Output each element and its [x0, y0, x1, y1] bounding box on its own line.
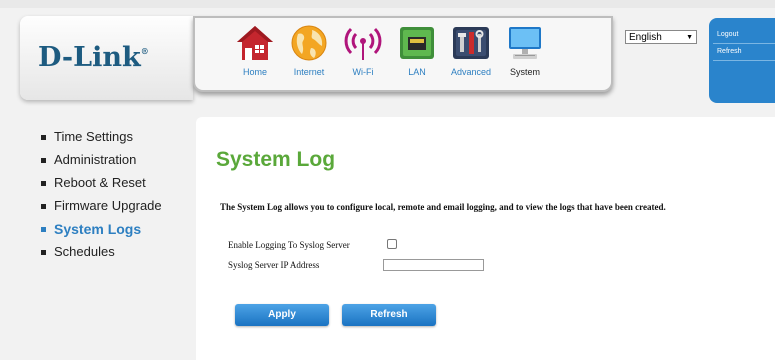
apply-button[interactable]: Apply: [235, 304, 329, 326]
tools-icon: [453, 27, 489, 59]
nav-lan-label: LAN: [408, 67, 426, 77]
bullet-icon: [41, 250, 46, 255]
account-panel: Logout Refresh: [709, 18, 775, 103]
nav-lan[interactable]: LAN: [393, 24, 441, 86]
bullet-icon: [41, 204, 46, 209]
divider: [713, 60, 775, 61]
lan-port-icon: [400, 27, 434, 59]
chevron-down-icon: ▼: [686, 34, 693, 41]
globe-icon: [291, 25, 327, 61]
logo-panel: D-Link®: [20, 16, 193, 100]
nav-home[interactable]: Home: [231, 24, 279, 86]
syslog-ip-label: Syslog Server IP Address: [228, 260, 320, 270]
bullet-icon: [41, 135, 46, 140]
nav-advanced-label: Advanced: [450, 67, 492, 77]
logout-link[interactable]: Logout: [717, 31, 738, 38]
syslog-ip-input[interactable]: [383, 259, 484, 271]
bullet-icon: [41, 227, 46, 232]
nav-wifi-label: Wi-Fi: [352, 67, 374, 77]
bullet-icon: [41, 158, 46, 163]
menu-item-time-settings[interactable]: Time Settings: [41, 128, 162, 151]
nav-home-label: Home: [242, 67, 267, 77]
nav-internet-label: Internet: [293, 67, 325, 77]
nav-system[interactable]: System: [501, 24, 549, 86]
nav-system-label: System: [509, 67, 540, 77]
main-nav: Home Internet Wi-Fi LAN Advanced System: [193, 16, 613, 92]
menu-item-system-logs[interactable]: System Logs: [41, 220, 162, 243]
bullet-icon: [41, 181, 46, 186]
language-selected-value: English: [629, 32, 662, 43]
computer-icon: [509, 27, 541, 59]
house-icon: [237, 26, 273, 60]
nav-internet[interactable]: Internet: [285, 24, 333, 86]
nav-advanced[interactable]: Advanced: [447, 24, 495, 86]
nav-wifi[interactable]: Wi-Fi: [339, 24, 387, 86]
system-submenu: Time Settings Administration Reboot & Re…: [41, 128, 162, 266]
menu-item-firmware-upgrade[interactable]: Firmware Upgrade: [41, 197, 162, 220]
menu-item-reboot-reset[interactable]: Reboot & Reset: [41, 174, 162, 197]
enable-logging-label: Enable Logging To Syslog Server: [228, 240, 350, 250]
language-select[interactable]: English ▼: [625, 30, 697, 44]
top-strip: [0, 0, 775, 8]
content-panel: System Log The System Log allows you to …: [196, 117, 775, 360]
page-title: System Log: [216, 148, 336, 171]
wifi-icon: [344, 27, 382, 60]
menu-item-administration[interactable]: Administration: [41, 151, 162, 174]
enable-logging-checkbox[interactable]: [387, 239, 397, 249]
divider: [713, 43, 775, 44]
page-description: The System Log allows you to configure l…: [220, 202, 666, 212]
refresh-button[interactable]: Refresh: [342, 304, 436, 326]
dlink-logo: D-Link®: [38, 42, 149, 73]
menu-item-schedules[interactable]: Schedules: [41, 243, 162, 266]
refresh-link[interactable]: Refresh: [717, 48, 742, 55]
